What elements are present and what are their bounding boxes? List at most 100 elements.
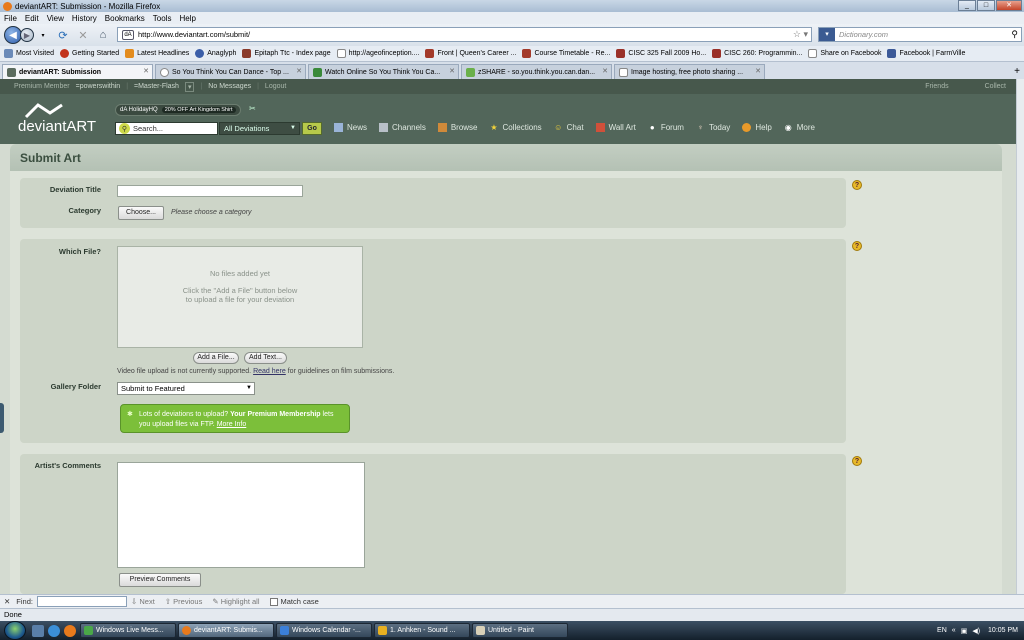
taskbar-item-paint[interactable]: Untitled - Paint [472, 623, 568, 638]
bookmark-item[interactable]: Getting Started [60, 49, 119, 58]
help-icon[interactable]: ? [852, 456, 862, 466]
history-dropdown-icon[interactable]: ▾ [36, 28, 50, 42]
new-tab-button[interactable]: + [1014, 66, 1020, 77]
bookmark-item[interactable]: Course Timetable - Re... [522, 49, 610, 58]
menu-history[interactable]: History [72, 14, 97, 23]
stop-icon[interactable]: ✕ [76, 28, 90, 42]
find-input[interactable] [36, 596, 127, 607]
nav-help[interactable]: Help [742, 123, 772, 132]
close-tab-icon[interactable]: ✕ [143, 67, 149, 75]
vertical-scrollbar[interactable] [1016, 79, 1024, 594]
bookmark-item[interactable]: Epitaph Ttc - Index page [242, 49, 331, 58]
collect-menu[interactable]: Collect [985, 83, 1006, 90]
nav-browse[interactable]: Browse [437, 123, 478, 132]
bookmark-item[interactable]: Anaglyph [195, 49, 236, 58]
preview-comments-button[interactable]: Preview Comments [119, 573, 201, 587]
add-text-button[interactable]: Add Text... [244, 352, 287, 364]
deviation-title-input[interactable] [117, 185, 303, 197]
search-engine-icon[interactable]: ▾ [819, 28, 835, 41]
group-dropdown-icon[interactable]: ▾ [184, 81, 195, 92]
bookmark-item[interactable]: Latest Headlines [125, 49, 189, 58]
bookmark-item[interactable]: Most Visited [4, 49, 54, 58]
taskbar-item-calendar[interactable]: Windows Calendar -... [276, 623, 372, 638]
holiday-promo[interactable]: dA HolidayHQ 20% OFF Art Kingdom Shirt [115, 104, 241, 116]
more-info-link[interactable]: More Info [217, 421, 247, 428]
nav-chat[interactable]: ☺ Chat [554, 123, 584, 132]
choose-category-button[interactable]: Choose... [118, 206, 164, 220]
gallery-folder-select[interactable]: Submit to Featured ▼ [117, 382, 255, 395]
menu-bookmarks[interactable]: Bookmarks [105, 14, 145, 23]
network-icon[interactable]: ▣ [961, 627, 968, 635]
nav-today[interactable]: ♆ Today [696, 123, 730, 132]
bookmark-item[interactable]: Front | Queen's Career ... [425, 49, 516, 58]
close-window-button[interactable]: ✕ [996, 0, 1022, 11]
menu-help[interactable]: Help [179, 14, 195, 23]
add-file-button[interactable]: Add a File... [193, 352, 239, 364]
tray-arrow-icon[interactable]: « [952, 627, 956, 634]
find-previous-button[interactable]: ⇧ Previous [165, 597, 203, 606]
firefox-icon[interactable] [64, 624, 76, 637]
menu-tools[interactable]: Tools [153, 14, 172, 23]
highlight-all-button[interactable]: ✎ Highlight all [212, 597, 259, 606]
group-link[interactable]: =Master-Flash [134, 83, 179, 90]
url-bar[interactable]: dA http://www.deviantart.com/submit/ ☆ ▾ [117, 27, 812, 42]
menu-view[interactable]: View [47, 14, 64, 23]
artists-comments-textarea[interactable] [117, 462, 365, 568]
close-tab-icon[interactable]: ✕ [602, 67, 608, 75]
tab-image-hosting[interactable]: Image hosting, free photo sharing ... ✕ [614, 64, 765, 79]
volume-icon[interactable]: ◀) [972, 627, 980, 635]
search-bar[interactable]: ▾ Dictionary.com ⚲ [818, 27, 1022, 42]
menu-file[interactable]: File [4, 14, 17, 23]
go-button[interactable]: Go [302, 122, 322, 135]
ie-icon[interactable] [48, 624, 60, 637]
side-edge-tab[interactable] [0, 403, 4, 433]
nav-more[interactable]: ◉ More [784, 123, 815, 132]
tab-deviantart[interactable]: deviantART: Submission ✕ [2, 64, 153, 79]
read-here-link[interactable]: Read here [253, 368, 286, 375]
bookmark-star-icon[interactable]: ☆ ▾ [793, 29, 808, 40]
bookmark-item[interactable]: CISC 260: Programmin... [712, 49, 802, 58]
bookmark-item[interactable]: Share on Facebook [808, 49, 881, 58]
file-drop-area[interactable]: No files added yet Click the "Add a File… [117, 246, 363, 348]
search-scope-select[interactable]: All Deviations ▼ [219, 122, 300, 135]
menu-edit[interactable]: Edit [25, 14, 39, 23]
taskbar-item-messenger[interactable]: Windows Live Mess... [80, 623, 176, 638]
find-next-button[interactable]: ⇩ Next [131, 597, 155, 606]
close-tab-icon[interactable]: ✕ [449, 67, 455, 75]
tab-zshare[interactable]: zSHARE - so.you.think.you.can.dan... ✕ [461, 64, 612, 79]
nav-wall-art[interactable]: Wall Art [595, 123, 636, 132]
nav-forum[interactable]: ● Forum [648, 123, 684, 132]
close-tab-icon[interactable]: ✕ [755, 67, 761, 75]
taskbar-item-firefox[interactable]: deviantART: Submis... [178, 623, 274, 638]
search-icon[interactable]: ⚲ [1011, 29, 1018, 40]
bookmark-item[interactable]: http://ageofinception.... [336, 49, 419, 58]
bookmark-item[interactable]: CISC 325 Fall 2009 Ho... [616, 49, 706, 58]
reload-icon[interactable]: ⟳ [56, 28, 70, 42]
home-icon[interactable]: ⌂ [96, 28, 110, 42]
show-desktop-icon[interactable] [32, 624, 44, 637]
close-tab-icon[interactable]: ✕ [296, 67, 302, 75]
username-link[interactable]: =powerswithin [76, 83, 121, 90]
taskbar-item-winamp[interactable]: 1. Anhken - Sound ... [374, 623, 470, 638]
tab-sytycd[interactable]: So You Think You Can Dance - Top ... ✕ [155, 64, 306, 79]
nav-news[interactable]: News [334, 123, 367, 132]
nav-collections[interactable]: ★ Collections [490, 123, 541, 132]
help-icon[interactable]: ? [852, 241, 862, 251]
match-case-checkbox[interactable] [269, 597, 278, 606]
help-icon[interactable]: ? [852, 180, 862, 190]
start-button[interactable] [4, 621, 26, 640]
close-find-icon[interactable]: ✕ [4, 597, 10, 606]
minimize-button[interactable]: _ [958, 0, 976, 11]
tab-watch-online[interactable]: Watch Online So You Think You Ca... ✕ [308, 64, 459, 79]
da-search-input[interactable]: ⚲ Search... [115, 122, 218, 135]
logout-link[interactable]: Logout [265, 83, 286, 90]
messages-link[interactable]: No Messages [208, 83, 251, 90]
bookmark-item[interactable]: Facebook | FarmVille [887, 49, 965, 58]
forward-button[interactable]: ▶ [20, 28, 34, 42]
clock[interactable]: 10:05 PM [988, 627, 1018, 634]
friends-menu[interactable]: Friends [925, 83, 948, 90]
promo-gift-icon[interactable]: ✂ [249, 104, 256, 113]
deviantart-logo[interactable]: deviantART [18, 102, 96, 135]
language-indicator[interactable]: EN [937, 627, 947, 634]
maximize-button[interactable]: □ [977, 0, 995, 11]
